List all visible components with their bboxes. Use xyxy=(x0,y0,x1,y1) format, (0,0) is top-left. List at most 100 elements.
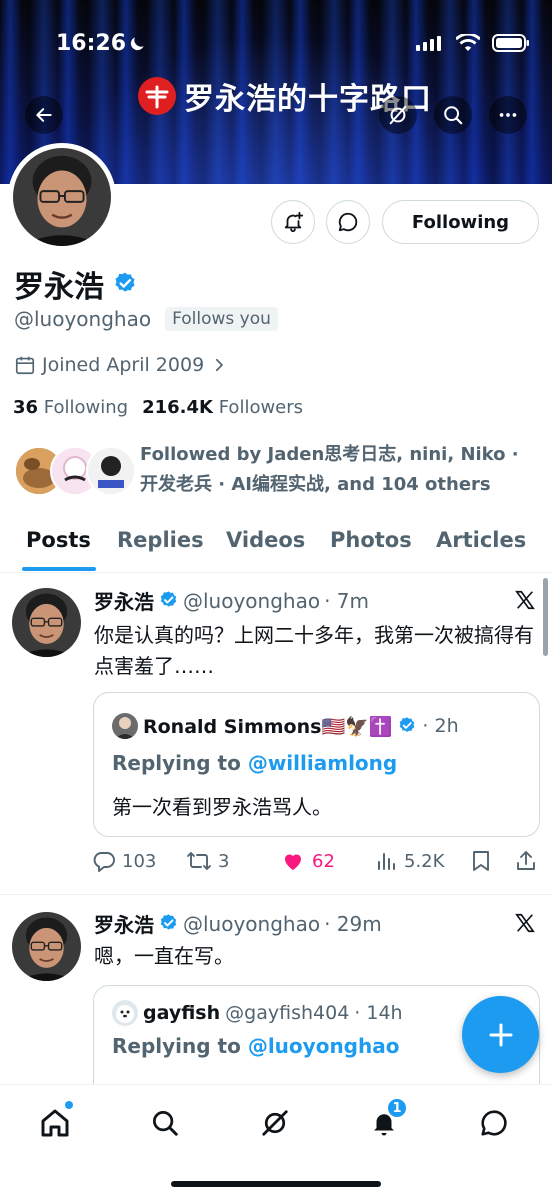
grok-icon xyxy=(262,1110,288,1136)
nav-messages[interactable] xyxy=(474,1103,514,1143)
share-icon xyxy=(517,851,535,870)
more-button[interactable] xyxy=(489,96,527,134)
repost-button[interactable]: 3 xyxy=(186,849,229,873)
post-text: 嗯，一直在写。 xyxy=(94,944,234,968)
message-icon xyxy=(338,212,358,232)
share-button[interactable] xyxy=(514,849,538,873)
like-count: 62 xyxy=(312,850,335,872)
following-count-label: Following xyxy=(43,397,129,418)
back-arrow-icon xyxy=(36,108,52,122)
quote-text: 第一次看到罗永浩骂人。 xyxy=(112,795,332,819)
x-logo-icon xyxy=(515,590,535,610)
x-logo-icon xyxy=(515,913,535,933)
followed-by-row[interactable]: Followed by Jaden思考日志, nini, Niko · 开发老兵… xyxy=(14,440,520,500)
post-actions: 103 3 62 5.2K xyxy=(92,849,542,879)
tab-videos[interactable]: Videos xyxy=(226,528,305,552)
followers-count-link[interactable]: 216.4K Followers xyxy=(142,397,303,418)
following-count-link[interactable]: 36 Following xyxy=(13,397,128,418)
replying-label: Replying to xyxy=(112,1034,241,1058)
joined-date: Joined April 2009 xyxy=(42,354,205,376)
reply-button[interactable]: 103 xyxy=(92,849,156,873)
quote-author-name: gayfish xyxy=(143,1002,221,1024)
mutual-avatar xyxy=(86,446,136,496)
followed-by-avatars xyxy=(14,446,136,498)
dragonfly-logo-icon xyxy=(138,77,176,115)
following-button[interactable]: Following xyxy=(382,200,539,244)
verified-badge-icon xyxy=(160,591,177,607)
signal-icon xyxy=(416,36,441,51)
quote-time: · 2h xyxy=(422,715,459,737)
bell-plus-icon xyxy=(284,211,304,233)
quote-time: · 14h xyxy=(354,1002,403,1024)
nav-explore[interactable] xyxy=(145,1103,185,1143)
battery-icon xyxy=(492,34,529,52)
post-author-name[interactable]: 罗永浩 xyxy=(94,586,154,615)
tab-replies[interactable]: Replies xyxy=(117,528,204,552)
post-author-avatar[interactable] xyxy=(12,912,81,981)
grok-button[interactable] xyxy=(379,96,417,134)
chevron-right-icon xyxy=(216,358,223,372)
status-time: 16:26 xyxy=(56,31,127,56)
like-button[interactable]: 62 xyxy=(280,849,335,873)
views-count: 5.2K xyxy=(404,850,445,872)
profile-handle: @luoyonghao xyxy=(14,307,152,331)
compose-post-button[interactable] xyxy=(462,996,539,1073)
tab-posts[interactable]: Posts xyxy=(26,528,91,552)
post-author-handle: @luoyonghao xyxy=(183,911,321,936)
tab-photos[interactable]: Photos xyxy=(330,528,412,552)
nav-grok[interactable] xyxy=(255,1103,295,1143)
joined-date-row[interactable]: Joined April 2009 xyxy=(14,354,228,376)
repost-icon xyxy=(187,852,211,870)
post-item[interactable]: 罗永浩 @luoyonghao · 7m 你是认真的吗？上网二十多年，我第一次被… xyxy=(0,574,552,894)
back-button[interactable] xyxy=(25,96,63,134)
scrollbar[interactable] xyxy=(543,578,548,656)
plus-icon xyxy=(489,1023,512,1046)
tab-articles[interactable]: Articles xyxy=(436,528,526,552)
verified-badge-icon xyxy=(400,717,415,732)
post-author-name[interactable]: 罗永浩 xyxy=(94,909,154,938)
more-icon xyxy=(499,113,517,117)
followers-count: 216.4K xyxy=(142,397,213,418)
views-button[interactable]: 5.2K xyxy=(376,849,444,873)
post-text: 你是认真的吗？上网二十多年，我第一次被搞得有点害羞了…… xyxy=(94,623,534,678)
quoted-post[interactable]: Ronald Simmons🇺🇸🦅✝️ · 2h Replying to @wi… xyxy=(93,692,540,837)
reply-icon xyxy=(93,852,115,872)
home-indicator xyxy=(171,1181,381,1187)
quote-author-handle: @gayfish404 xyxy=(225,1002,350,1024)
replying-mention[interactable]: @williamlong xyxy=(248,751,397,775)
post-author-handle: @luoyonghao xyxy=(183,588,321,613)
moon-icon xyxy=(130,37,144,51)
message-button[interactable] xyxy=(326,200,370,244)
bookmark-icon xyxy=(473,851,489,871)
quote-author-avatar xyxy=(112,713,138,739)
grok-icon xyxy=(389,105,407,125)
quote-author-name: Ronald Simmons🇺🇸🦅✝️ xyxy=(143,715,393,738)
quote-replying-to: Replying to @williamlong xyxy=(112,751,397,775)
post-author-avatar[interactable] xyxy=(12,588,81,657)
followers-count-label: Followers xyxy=(218,397,304,418)
nav-home[interactable] xyxy=(35,1101,75,1143)
quote-author-avatar xyxy=(112,1000,138,1026)
views-icon xyxy=(378,853,395,870)
profile-avatar[interactable] xyxy=(8,143,116,251)
display-name: 罗永浩 xyxy=(14,270,104,305)
follow-counts: 36 Following 216.4K Followers xyxy=(13,397,303,418)
home-icon xyxy=(41,1109,69,1137)
message-icon xyxy=(481,1110,507,1136)
profile-tabs: Posts Replies Videos Photos Articles xyxy=(0,516,552,573)
calendar-icon xyxy=(15,356,35,375)
search-button[interactable] xyxy=(434,96,472,134)
notification-subscribe-button[interactable] xyxy=(271,200,315,244)
following-count: 36 xyxy=(13,397,39,418)
post-time: · 7m xyxy=(324,588,370,613)
verified-badge-icon xyxy=(115,272,135,292)
nav-notifications[interactable]: 1 xyxy=(364,1097,408,1143)
post-time: · 29m xyxy=(324,911,382,936)
reply-count: 103 xyxy=(122,850,157,872)
profile-name: 罗永浩 xyxy=(14,262,138,306)
replying-mention[interactable]: @luoyonghao xyxy=(248,1034,400,1058)
post-header: 罗永浩 @luoyonghao · 29m xyxy=(94,909,382,938)
followed-by-text: Followed by Jaden思考日志, nini, Niko · 开发老兵… xyxy=(140,444,519,495)
search-icon xyxy=(444,106,463,125)
bookmark-button[interactable] xyxy=(470,849,492,873)
